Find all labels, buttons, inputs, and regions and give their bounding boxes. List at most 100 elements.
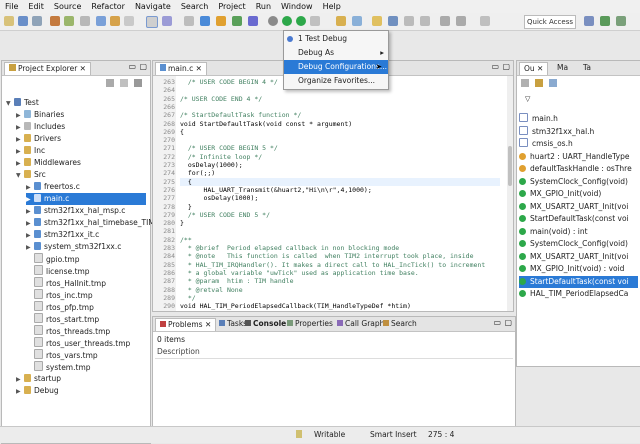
tree-item[interactable]: rtos_pfp.tmp [34, 301, 94, 313]
tree-item[interactable]: ▶ startup [16, 373, 61, 385]
annotation-icon[interactable] [372, 16, 382, 26]
tab-outline[interactable]: Ou ✕ [519, 62, 549, 75]
vertical-scrollbar[interactable] [507, 76, 513, 311]
open-type-icon[interactable] [336, 16, 346, 26]
select-icon[interactable] [146, 16, 158, 28]
tab-project-explorer[interactable]: Project Explorer ✕ [4, 62, 91, 75]
description-column-header[interactable]: Description [155, 347, 513, 359]
tree-item[interactable]: gpio.tmp [34, 253, 79, 265]
save-all-icon[interactable] [32, 16, 42, 26]
edit-icon[interactable] [388, 16, 398, 26]
tab-make[interactable]: Ma [553, 62, 572, 74]
pin-icon[interactable] [162, 16, 172, 26]
clear-icon[interactable] [124, 16, 134, 26]
tree-item[interactable]: ▼ Src [16, 169, 46, 181]
outline-item[interactable]: HAL_TIM_PeriodElapsedCa [519, 288, 638, 300]
new-icon[interactable] [4, 16, 14, 26]
import-icon[interactable] [80, 16, 90, 26]
tree-item[interactable]: rtos_inc.tmp [34, 289, 93, 301]
menu-help[interactable]: Help [318, 2, 346, 11]
quick-access-input[interactable]: Quick Access [524, 15, 576, 29]
minimize-icon[interactable]: ▭ [493, 318, 501, 327]
block-icon[interactable] [184, 16, 194, 26]
chip-icon[interactable] [216, 16, 226, 26]
maximize-icon[interactable]: ▢ [504, 318, 512, 327]
tree-item[interactable]: ▶ freertos.c [26, 181, 80, 193]
tree-item[interactable]: rtos_start.tmp [34, 313, 99, 325]
tree-item[interactable]: ▶ Includes [16, 121, 65, 133]
outline-item[interactable]: MX_USART2_UART_Init(voi [519, 251, 638, 263]
sort-icon[interactable] [521, 79, 529, 87]
pin-editor-icon[interactable] [480, 16, 490, 26]
minimize-icon[interactable]: ▭ [491, 62, 499, 71]
tree-item[interactable]: ▶ Middlewares [16, 157, 81, 169]
tree-item[interactable]: rtos_user_threads.tmp [34, 337, 130, 349]
outline-item[interactable]: cmsis_os.h [519, 138, 638, 150]
outline-item[interactable]: MX_GPIO_Init(void) : void [519, 263, 638, 275]
tree-item[interactable]: ▶ system_stm32f1xx.c [26, 241, 121, 253]
outline-item[interactable]: SystemClock_Config(void) [519, 176, 638, 188]
tree-item[interactable]: license.tmp [34, 265, 90, 277]
c-perspective-icon[interactable] [600, 16, 610, 26]
menu-search[interactable]: Search [176, 2, 213, 11]
outline-item[interactable]: MX_GPIO_Init(void) [519, 188, 638, 200]
view-menu-icon[interactable] [134, 79, 142, 87]
prev-annotation-icon[interactable] [420, 16, 430, 26]
back-icon[interactable] [440, 16, 450, 26]
tree-item[interactable]: rtos_threads.tmp [34, 325, 110, 337]
menu-file[interactable]: File [0, 2, 23, 11]
tab-properties[interactable]: Properties [283, 318, 337, 330]
link-editor-icon[interactable] [120, 79, 128, 87]
tree-item[interactable]: ▶ Drivers [16, 133, 61, 145]
outline-item[interactable]: huart2 : UART_HandleType [519, 151, 638, 163]
menu-source[interactable]: Source [49, 2, 86, 11]
outline-item[interactable]: main.h [519, 113, 638, 125]
tool-icon[interactable] [232, 16, 242, 26]
hide-fields-icon[interactable] [535, 79, 543, 87]
tree-item[interactable]: rtos_vars.tmp [34, 349, 98, 361]
gear-icon[interactable] [268, 16, 278, 26]
menu-item-test-debug[interactable]: 1 Test Debug [284, 32, 388, 46]
outline-item[interactable]: main(void) : int [519, 226, 638, 238]
menu-run[interactable]: Run [251, 2, 276, 11]
hide-static-icon[interactable] [549, 79, 557, 87]
collapse-all-icon[interactable] [106, 79, 114, 87]
menu-item-organize-favorites[interactable]: Organize Favorites... [284, 74, 388, 88]
tree-item[interactable]: ▼ Test [6, 97, 39, 109]
tree-item[interactable]: ▶ Binaries [16, 109, 64, 121]
folder-icon[interactable] [110, 16, 120, 26]
tree-item[interactable]: ▶ stm32f1xx_hal_timebase_TIM... [26, 217, 162, 229]
run-icon[interactable] [282, 16, 292, 26]
target-icon[interactable] [96, 16, 106, 26]
debug-run-icon[interactable] [296, 16, 306, 26]
build-icon[interactable] [50, 16, 60, 26]
outline-item-selected[interactable]: StartDefaultTask(const voi [519, 275, 638, 288]
plugin-icon[interactable] [248, 16, 258, 26]
menu-navigate[interactable]: Navigate [130, 2, 176, 11]
maximize-icon[interactable]: ▢ [139, 62, 147, 71]
grid-icon[interactable] [200, 16, 210, 26]
external-tools-icon[interactable] [310, 16, 320, 26]
next-annotation-icon[interactable] [404, 16, 414, 26]
debug-perspective-icon[interactable] [616, 16, 626, 26]
outline-item[interactable]: stm32f1xx_hal.h [519, 125, 638, 138]
tree-item[interactable]: ▶ Debug [16, 385, 59, 397]
view-menu-icon[interactable]: ▽ [525, 95, 530, 103]
tab-tasks[interactable]: Ta [579, 62, 595, 74]
tree-item[interactable]: ▶ stm32f1xx_it.c [26, 229, 99, 241]
outline-item[interactable]: SystemClock_Config(void) [519, 238, 638, 250]
tree-item[interactable]: rtos_HalInit.tmp [34, 277, 106, 289]
outline-item[interactable]: StartDefaultTask(const voi [519, 213, 638, 225]
tree-item[interactable]: ▶ Inc [16, 145, 45, 157]
menu-project[interactable]: Project [213, 2, 250, 11]
tab-search[interactable]: Search [379, 318, 421, 330]
outline-item[interactable]: defaultTaskHandle : osThre [519, 163, 638, 175]
tree-item-selected[interactable]: ▶ main.c [26, 193, 146, 205]
tab-main-c[interactable]: main.c ✕ [155, 62, 207, 75]
menu-item-debug-configurations[interactable]: Debug Configurations... ➤ [284, 60, 388, 74]
menu-window[interactable]: Window [276, 2, 318, 11]
search-icon[interactable] [352, 16, 362, 26]
menu-edit[interactable]: Edit [23, 2, 49, 11]
menu-refactor[interactable]: Refactor [86, 2, 130, 11]
refresh-icon[interactable] [64, 16, 74, 26]
